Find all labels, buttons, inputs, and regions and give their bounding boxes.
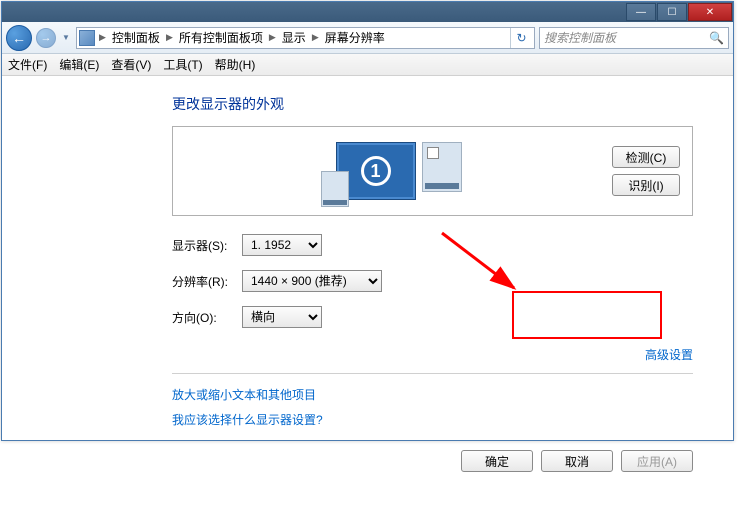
menu-help[interactable]: 帮助(H) [215,56,256,73]
breadcrumb-display[interactable]: 显示 [280,27,308,48]
minimize-button[interactable]: — [626,3,656,21]
refresh-button[interactable]: ↻ [510,28,532,48]
forward-button[interactable]: → [36,28,56,48]
menu-tools[interactable]: 工具(T) [163,56,202,73]
orientation-select[interactable]: 横向 [242,306,322,328]
nav-history-dropdown[interactable]: ▼ [60,28,72,48]
breadcrumb-all-items[interactable]: 所有控制面板项 [177,27,265,48]
breadcrumb-sep: ▶ [267,30,278,45]
search-box[interactable]: 搜索控制面板 🔍 [539,27,729,49]
apply-button[interactable]: 应用(A) [621,450,693,472]
breadcrumb-control-panel[interactable]: 控制面板 [110,27,162,48]
menu-file[interactable]: 文件(F) [8,56,47,73]
monitor-preview-panel: 1 检测(C) 识别(I) [172,126,693,216]
display-select[interactable]: 1. 1952 [242,234,322,256]
orientation-label: 方向(O): [172,309,242,326]
resolution-select[interactable]: 1440 × 900 (推荐) [242,270,382,292]
detect-button[interactable]: 检测(C) [612,146,680,168]
text-size-link[interactable]: 放大或缩小文本和其他项目 [172,386,693,403]
search-placeholder: 搜索控制面板 [544,29,616,46]
maximize-button[interactable]: ☐ [657,3,687,21]
monitor-mini-preview [321,171,349,207]
ok-button[interactable]: 确定 [461,450,533,472]
close-button[interactable]: ✕ [688,3,732,21]
address-bar[interactable]: ▶ 控制面板 ▶ 所有控制面板项 ▶ 显示 ▶ 屏幕分辨率 ↻ [76,27,535,49]
divider [172,373,693,374]
display-label: 显示器(S): [172,237,242,254]
cancel-button[interactable]: 取消 [541,450,613,472]
breadcrumb-sep: ▶ [97,30,108,45]
control-panel-icon [79,30,95,46]
menu-edit[interactable]: 编辑(E) [59,56,99,73]
identify-button[interactable]: 识别(I) [612,174,680,196]
menu-bar: 文件(F) 编辑(E) 查看(V) 工具(T) 帮助(H) [2,54,733,76]
resolution-label: 分辨率(R): [172,273,242,290]
which-settings-link[interactable]: 我应该选择什么显示器设置? [172,411,693,428]
breadcrumb-resolution[interactable]: 屏幕分辨率 [323,27,387,48]
monitor-side-preview [422,142,462,192]
breadcrumb: ▶ 控制面板 ▶ 所有控制面板项 ▶ 显示 ▶ 屏幕分辨率 [97,27,387,48]
monitor-number: 1 [361,156,391,186]
window-titlebar: — ☐ ✕ [2,2,733,22]
page-title: 更改显示器的外观 [172,94,693,114]
monitor-1-preview[interactable]: 1 [336,142,416,200]
menu-view[interactable]: 查看(V) [111,56,151,73]
advanced-settings-link[interactable]: 高级设置 [645,348,693,362]
breadcrumb-sep: ▶ [164,30,175,45]
navigation-bar: ← → ▼ ▶ 控制面板 ▶ 所有控制面板项 ▶ 显示 ▶ 屏幕分辨率 ↻ 搜索… [2,22,733,54]
back-button[interactable]: ← [6,25,32,51]
breadcrumb-sep: ▶ [310,30,321,45]
search-icon: 🔍 [709,31,724,45]
